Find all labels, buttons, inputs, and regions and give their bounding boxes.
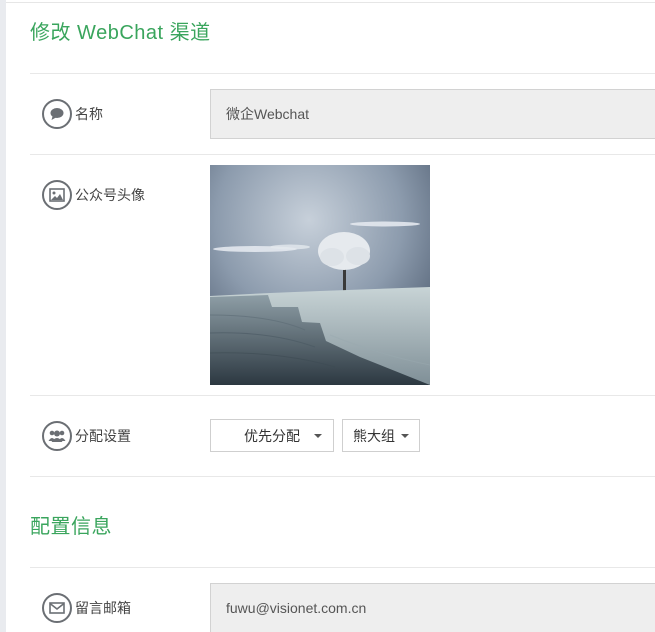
- assign-strategy-select[interactable]: 优先分配: [210, 419, 334, 452]
- users-icon: [42, 421, 72, 451]
- chevron-down-icon: [314, 433, 322, 438]
- email-label: 留言邮箱: [75, 600, 131, 616]
- divider: [30, 73, 655, 74]
- assign-label: 分配设置: [75, 428, 131, 444]
- name-field[interactable]: 微企Webchat: [210, 89, 655, 139]
- divider: [30, 476, 655, 477]
- comment-icon: [42, 99, 72, 129]
- envelope-icon: [42, 593, 72, 623]
- name-label-group: 名称: [42, 99, 103, 129]
- divider: [30, 395, 655, 396]
- left-rail: [0, 0, 6, 632]
- image-icon: [42, 180, 72, 210]
- chevron-down-icon: [401, 433, 409, 438]
- assign-group-value: 熊大组: [353, 427, 395, 444]
- name-label: 名称: [75, 106, 103, 122]
- assign-group-select[interactable]: 熊大组: [342, 419, 420, 452]
- avatar-label: 公众号头像: [75, 187, 145, 203]
- top-divider: [6, 2, 655, 3]
- avatar-image[interactable]: [210, 165, 430, 385]
- email-label-group: 留言邮箱: [42, 593, 131, 623]
- email-field[interactable]: fuwu@visionet.com.cn: [210, 583, 655, 632]
- page-title: 修改 WebChat 渠道: [30, 22, 211, 44]
- avatar-label-group: 公众号头像: [42, 180, 145, 210]
- assign-label-group: 分配设置: [42, 421, 131, 451]
- divider: [30, 567, 655, 568]
- assign-strategy-value: 优先分配: [244, 427, 300, 444]
- divider: [30, 154, 655, 155]
- config-section-title: 配置信息: [30, 516, 112, 538]
